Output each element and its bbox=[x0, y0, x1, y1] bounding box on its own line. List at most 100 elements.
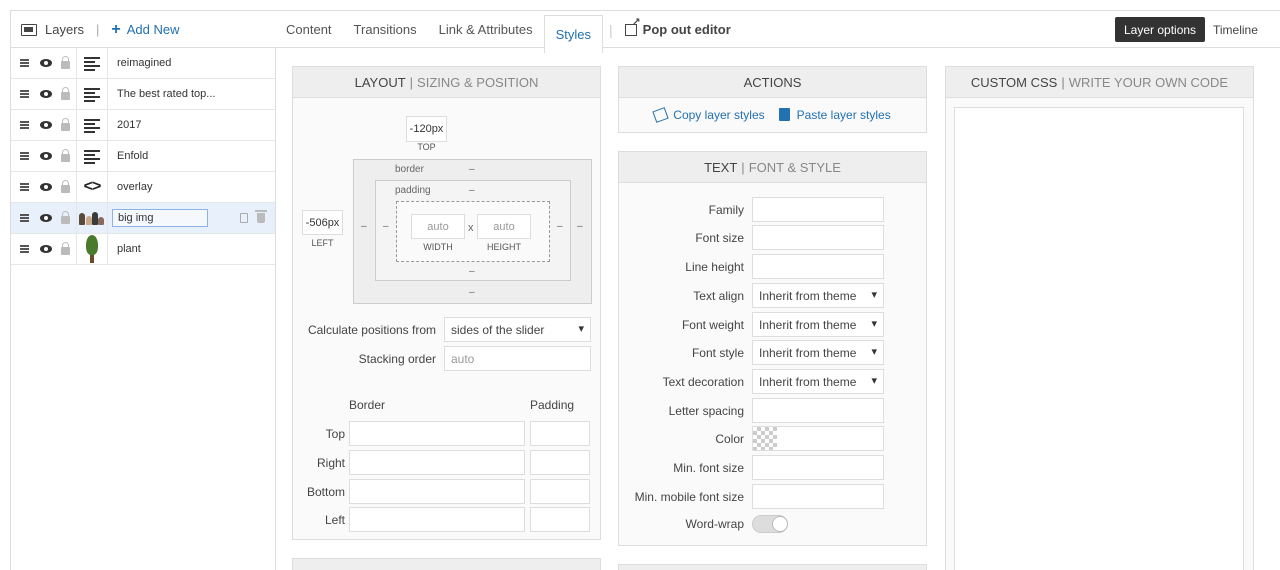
font-weight-select[interactable]: Inherit from theme bbox=[752, 312, 884, 337]
font-size-input[interactable] bbox=[752, 225, 884, 250]
color-input[interactable] bbox=[752, 426, 884, 451]
side-label: Top bbox=[325, 426, 345, 441]
border-top-dash[interactable]: – bbox=[469, 164, 475, 175]
paste-styles-button[interactable]: Paste layer styles bbox=[778, 108, 891, 122]
stacking-order-input[interactable]: auto bbox=[444, 346, 591, 371]
drag-handle-icon[interactable] bbox=[20, 183, 29, 191]
next-panel-header bbox=[293, 559, 600, 570]
padding-right-dash[interactable]: – bbox=[557, 221, 563, 232]
drag-handle-icon[interactable] bbox=[20, 121, 29, 129]
text-align-select[interactable]: Inherit from theme bbox=[752, 283, 884, 308]
layer-name-input[interactable]: big img bbox=[112, 209, 208, 227]
field-row-letter-spacing: Letter spacing bbox=[619, 398, 884, 423]
calc-positions-select[interactable]: sides of the slider bbox=[444, 317, 591, 342]
field-label: Family bbox=[708, 202, 744, 217]
padding-label: padding bbox=[395, 185, 431, 196]
header-separator: | bbox=[96, 22, 100, 37]
font-family-input[interactable] bbox=[752, 197, 884, 222]
text-decoration-select[interactable]: Inherit from theme bbox=[752, 369, 884, 394]
tab-styles[interactable]: Styles bbox=[543, 15, 604, 53]
lock-icon[interactable] bbox=[61, 242, 70, 255]
top-position-input[interactable]: -120px bbox=[406, 116, 447, 142]
field-label: Color bbox=[715, 431, 744, 446]
eye-icon[interactable] bbox=[40, 245, 52, 253]
drag-handle-icon[interactable] bbox=[20, 245, 29, 253]
layer-row[interactable]: reimagined bbox=[11, 47, 275, 79]
layer-options-button[interactable]: Layer options bbox=[1115, 17, 1206, 42]
copy-styles-button[interactable]: Copy layer styles bbox=[652, 106, 765, 123]
layer-thumb bbox=[76, 109, 108, 141]
height-input[interactable]: auto bbox=[477, 214, 531, 239]
width-input[interactable]: auto bbox=[411, 214, 465, 239]
min-mobile-font-size-input[interactable] bbox=[752, 484, 884, 509]
line-height-input[interactable] bbox=[752, 254, 884, 279]
trash-icon[interactable] bbox=[255, 210, 267, 223]
field-row-text-decoration: Text decoration Inherit from theme bbox=[619, 369, 884, 394]
eye-icon[interactable] bbox=[40, 90, 52, 98]
border-left-dash[interactable]: – bbox=[361, 221, 367, 232]
border-left-input[interactable] bbox=[349, 507, 525, 532]
border-right-dash[interactable]: – bbox=[577, 221, 583, 232]
eye-icon[interactable] bbox=[40, 152, 52, 160]
custom-css-header: CUSTOM CSS | WRITE YOUR OWN CODE bbox=[946, 67, 1253, 98]
min-font-size-input[interactable] bbox=[752, 455, 884, 480]
eye-icon[interactable] bbox=[40, 59, 52, 67]
timeline-button[interactable]: Timeline bbox=[1213, 17, 1258, 42]
layer-thumb bbox=[76, 233, 108, 265]
drag-handle-icon[interactable] bbox=[20, 90, 29, 98]
letter-spacing-input[interactable] bbox=[752, 398, 884, 423]
custom-css-textarea[interactable] bbox=[954, 107, 1244, 570]
pop-out-editor-button[interactable]: Pop out editor bbox=[619, 11, 737, 48]
editor-toolbar: Layers | + Add New Content Transitions L… bbox=[11, 11, 1280, 53]
layers-header: Layers | + Add New bbox=[11, 11, 275, 48]
border-bottom-dash[interactable]: – bbox=[469, 287, 475, 298]
left-position-input[interactable]: -506px bbox=[302, 210, 343, 235]
drag-handle-icon[interactable] bbox=[20, 59, 29, 67]
eye-icon[interactable] bbox=[40, 214, 52, 222]
color-swatch[interactable] bbox=[753, 427, 777, 450]
padding-left-input[interactable] bbox=[530, 507, 590, 532]
text-subtitle: FONT & STYLE bbox=[748, 159, 841, 175]
field-label: Font weight bbox=[681, 317, 744, 332]
tab-link-attributes[interactable]: Link & Attributes bbox=[428, 11, 544, 48]
eye-icon[interactable] bbox=[40, 121, 52, 129]
lock-icon[interactable] bbox=[61, 56, 70, 69]
lock-icon[interactable] bbox=[61, 180, 70, 193]
border-right-input[interactable] bbox=[349, 450, 525, 475]
word-wrap-toggle[interactable] bbox=[752, 515, 788, 533]
eye-icon[interactable] bbox=[40, 183, 52, 191]
duplicate-icon[interactable] bbox=[240, 213, 248, 223]
plus-icon[interactable]: + bbox=[111, 21, 120, 38]
drag-handle-icon[interactable] bbox=[20, 214, 29, 222]
drag-handle-icon[interactable] bbox=[20, 152, 29, 160]
lock-icon[interactable] bbox=[61, 211, 70, 224]
editor-tabs: Content Transitions Link & Attributes St… bbox=[275, 11, 737, 53]
padding-bottom-input[interactable] bbox=[530, 479, 590, 504]
actions-panel-header: ACTIONS bbox=[619, 67, 926, 98]
layer-row[interactable]: <> overlay bbox=[11, 171, 275, 203]
border-top-row: Top bbox=[293, 421, 590, 446]
lock-icon[interactable] bbox=[61, 118, 70, 131]
font-style-select[interactable]: Inherit from theme bbox=[752, 340, 884, 365]
layer-row-selected[interactable]: big img bbox=[11, 202, 275, 234]
layer-row[interactable]: 2017 bbox=[11, 109, 275, 141]
layout-panel: LAYOUT | SIZING & POSITION -120px TOP -5… bbox=[292, 66, 601, 540]
border-bottom-input[interactable] bbox=[349, 479, 525, 504]
padding-top-dash[interactable]: – bbox=[469, 185, 475, 196]
padding-top-input[interactable] bbox=[530, 421, 590, 446]
lock-icon[interactable] bbox=[61, 149, 70, 162]
layer-row[interactable]: Enfold bbox=[11, 140, 275, 172]
padding-right-input[interactable] bbox=[530, 450, 590, 475]
padding-bottom-dash[interactable]: – bbox=[469, 266, 475, 277]
tab-content[interactable]: Content bbox=[275, 11, 343, 48]
padding-left-dash[interactable]: – bbox=[383, 221, 389, 232]
lock-icon[interactable] bbox=[61, 87, 70, 100]
add-new-button[interactable]: Add New bbox=[127, 22, 180, 37]
layer-row[interactable]: plant bbox=[11, 233, 275, 265]
layers-list: reimagined The best rated top... 2017 En… bbox=[11, 47, 276, 570]
border-top-input[interactable] bbox=[349, 421, 525, 446]
tab-transitions[interactable]: Transitions bbox=[343, 11, 428, 48]
layer-row[interactable]: The best rated top... bbox=[11, 78, 275, 110]
text-panel-next bbox=[618, 564, 927, 570]
layer-name: plant bbox=[117, 243, 141, 255]
